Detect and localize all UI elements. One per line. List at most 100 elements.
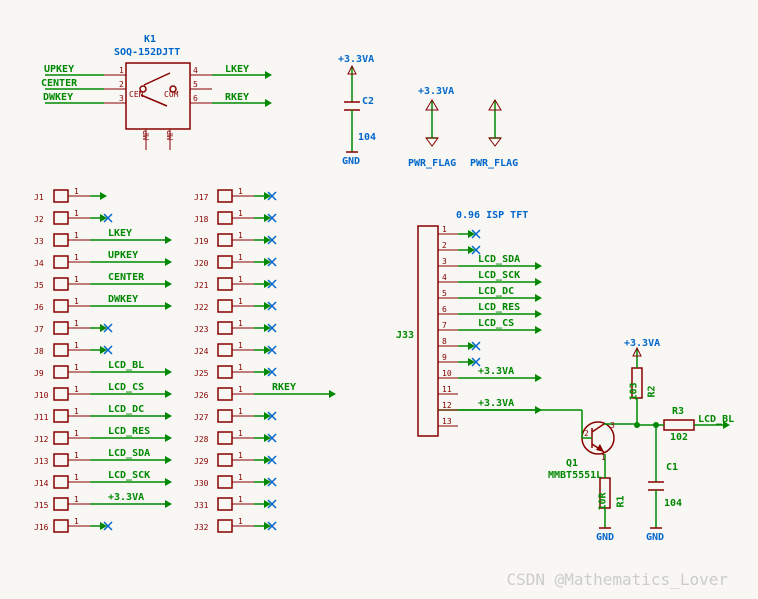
svg-text:1: 1 <box>238 473 243 482</box>
component-k1: 123 456 CEN COM MP MP <box>104 63 212 150</box>
net-lkey: LKEY <box>108 228 132 239</box>
c2-val: 104 <box>358 132 376 143</box>
svg-text:1: 1 <box>238 187 243 196</box>
svg-text:J16: J16 <box>34 523 49 532</box>
svg-text:1: 1 <box>74 187 79 196</box>
r1-gnd: GND <box>596 532 614 543</box>
net-lcd_bl: LCD_BL <box>108 360 144 371</box>
svg-text:J2: J2 <box>34 215 44 224</box>
j33-net-7: LCD_CS <box>478 318 514 329</box>
svg-text:J31: J31 <box>194 501 209 510</box>
svg-text:J12: J12 <box>34 435 49 444</box>
svg-text:CEN: CEN <box>129 90 144 99</box>
svg-text:1: 1 <box>74 209 79 218</box>
r2-ref: R2 <box>647 385 658 397</box>
c2-gnd: GND <box>342 156 360 167</box>
svg-text:1: 1 <box>238 253 243 262</box>
q1-ref: Q1 <box>566 458 578 469</box>
svg-text:4: 4 <box>442 273 447 282</box>
svg-text:1: 1 <box>74 275 79 284</box>
r1-val: 10R <box>598 492 609 510</box>
svg-text:1: 1 <box>74 495 79 504</box>
r3-val: 102 <box>670 432 688 443</box>
j33-ref: J33 <box>396 330 414 341</box>
svg-text:1: 1 <box>74 319 79 328</box>
svg-text:J14: J14 <box>34 479 49 488</box>
net-rkey: RKEY <box>272 382 296 393</box>
svg-text:J27: J27 <box>194 413 209 422</box>
svg-text:1: 1 <box>238 363 243 372</box>
svg-text:1: 1 <box>119 66 124 75</box>
component-j33 <box>418 226 438 436</box>
svg-text:J22: J22 <box>194 303 209 312</box>
net-dwkey: DWKEY <box>43 92 73 103</box>
svg-text:1: 1 <box>601 453 606 462</box>
net-lcd_res: LCD_RES <box>108 426 150 437</box>
svg-text:3: 3 <box>610 421 615 430</box>
c2-v33: +3.3VA <box>338 54 374 65</box>
svg-text:J15: J15 <box>34 501 49 510</box>
svg-text:J13: J13 <box>34 457 49 466</box>
net-v33: +3.3VA <box>108 492 144 503</box>
j33-net-10: +3.3VA <box>478 366 514 377</box>
net-dwkey: DWKEY <box>108 294 138 305</box>
net-lcd_sck: LCD_SCK <box>108 470 150 481</box>
svg-text:J6: J6 <box>34 303 44 312</box>
svg-text:1: 1 <box>238 319 243 328</box>
svg-text:J32: J32 <box>194 523 209 532</box>
svg-text:1: 1 <box>238 275 243 284</box>
svg-text:J11: J11 <box>34 413 49 422</box>
svg-text:MP: MP <box>166 130 175 140</box>
svg-text:1: 1 <box>238 341 243 350</box>
watermark: CSDN @Mathematics_Lover <box>506 570 728 589</box>
svg-text:J28: J28 <box>194 435 209 444</box>
q1-val: MMBT5551L <box>548 470 602 481</box>
pwr-flag-2 <box>489 100 501 146</box>
svg-text:1: 1 <box>238 209 243 218</box>
svg-text:J30: J30 <box>194 479 209 488</box>
svg-text:J26: J26 <box>194 391 209 400</box>
net-center: CENTER <box>41 78 77 89</box>
svg-text:12: 12 <box>442 401 452 410</box>
svg-text:J25: J25 <box>194 369 209 378</box>
svg-text:J7: J7 <box>34 325 44 334</box>
svg-text:11: 11 <box>442 385 452 394</box>
svg-text:1: 1 <box>442 225 447 234</box>
r2-val: 103 <box>629 382 640 400</box>
pwr-flag-1 <box>426 100 438 146</box>
svg-text:COM: COM <box>164 90 179 99</box>
svg-text:J24: J24 <box>194 347 209 356</box>
pf2: PWR_FLAG <box>470 158 518 169</box>
j33-net-3: LCD_SDA <box>478 254 520 265</box>
svg-text:7: 7 <box>442 321 447 330</box>
j33-net-5: LCD_DC <box>478 286 514 297</box>
svg-text:8: 8 <box>442 337 447 346</box>
svg-text:MP: MP <box>142 130 151 140</box>
svg-text:3: 3 <box>119 94 124 103</box>
svg-text:1: 1 <box>74 429 79 438</box>
svg-text:5: 5 <box>442 289 447 298</box>
net-lcd_cs: LCD_CS <box>108 382 144 393</box>
svg-text:J18: J18 <box>194 215 209 224</box>
svg-text:2: 2 <box>119 80 124 89</box>
net-lkey: LKEY <box>225 64 249 75</box>
k1-value: SOQ-152DJTT <box>114 47 180 58</box>
net-rkey: RKEY <box>225 92 249 103</box>
svg-text:1: 1 <box>74 517 79 526</box>
svg-text:1: 1 <box>238 297 243 306</box>
svg-text:J8: J8 <box>34 347 44 356</box>
svg-text:1: 1 <box>74 231 79 240</box>
pf1: PWR_FLAG <box>408 158 456 169</box>
c1-gnd: GND <box>646 532 664 543</box>
svg-text:1: 1 <box>74 385 79 394</box>
svg-text:1: 1 <box>74 363 79 372</box>
r3-ref: R3 <box>672 406 684 417</box>
svg-text:2: 2 <box>584 429 589 438</box>
svg-text:1: 1 <box>74 407 79 416</box>
component-r3 <box>664 420 694 430</box>
c1-ref: C1 <box>666 462 678 473</box>
svg-text:6: 6 <box>193 94 198 103</box>
j33-net-6: LCD_RES <box>478 302 520 313</box>
svg-text:J20: J20 <box>194 259 209 268</box>
component-c1 <box>648 462 664 528</box>
